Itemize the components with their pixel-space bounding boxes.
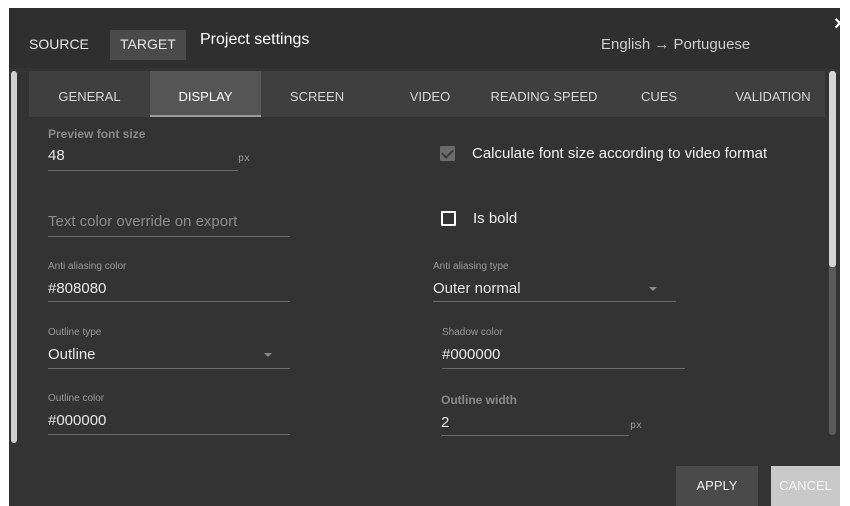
outline-type-underline	[48, 368, 290, 369]
apply-button[interactable]: APPLY	[676, 466, 758, 506]
outline-type-value[interactable]: Outline	[48, 346, 96, 363]
preview-font-size-underline	[48, 170, 238, 171]
is-bold-checkbox[interactable]	[441, 211, 456, 226]
outline-width-field[interactable]: Outline width 2 px	[441, 393, 691, 437]
anti-aliasing-type-underline	[433, 301, 676, 302]
shadow-color-label: Shadow color	[442, 327, 503, 338]
chevron-down-icon[interactable]	[649, 287, 657, 291]
anti-aliasing-type-select[interactable]: Anti aliasing type Outer normal	[433, 261, 683, 303]
calc-font-size-checkbox[interactable]	[440, 146, 455, 161]
anti-aliasing-color-input[interactable]: #808080	[48, 280, 106, 297]
tab-source[interactable]: SOURCE	[19, 30, 99, 60]
tab-screen[interactable]: SCREEN	[261, 71, 373, 117]
outline-width-input[interactable]: 2	[441, 414, 449, 431]
anti-aliasing-color-field[interactable]: Anti aliasing color #808080	[48, 261, 308, 303]
tab-reading-speed[interactable]: READING SPEED	[481, 71, 607, 117]
calc-font-size-row[interactable]: Calculate font size according to video f…	[440, 145, 767, 162]
tab-target[interactable]: TARGET	[110, 30, 186, 60]
cancel-button[interactable]: CANCEL	[771, 466, 840, 506]
outline-color-input[interactable]: #000000	[48, 412, 106, 429]
outline-width-unit: px	[630, 420, 643, 431]
shadow-color-underline	[442, 368, 685, 369]
calc-font-size-label: Calculate font size according to video f…	[472, 145, 768, 162]
scrollbar-thumb[interactable]	[829, 71, 836, 267]
preview-font-size-input[interactable]: 48	[48, 147, 65, 164]
preview-font-size-field[interactable]: Preview font size 48 px	[48, 127, 308, 177]
left-scrollbar[interactable]	[11, 71, 17, 443]
chevron-down-icon[interactable]	[264, 353, 272, 357]
is-bold-row[interactable]: Is bold	[441, 210, 517, 227]
anti-aliasing-color-underline	[48, 301, 290, 302]
settings-tab-bar: GENERAL DISPLAY SCREEN VIDEO READING SPE…	[29, 71, 825, 117]
outline-color-label: Outline color	[48, 393, 105, 404]
outline-width-underline	[441, 435, 629, 436]
dialog-title: Project settings	[200, 31, 310, 48]
tab-cues[interactable]: CUES	[627, 71, 691, 117]
anti-aliasing-type-value[interactable]: Outer normal	[433, 280, 521, 297]
is-bold-label: Is bold	[473, 210, 518, 227]
text-color-override-input[interactable]: Text color override on export	[48, 213, 237, 230]
outline-type-label: Outline type	[48, 327, 102, 338]
outline-color-underline	[48, 434, 290, 435]
close-icon[interactable]: ×	[834, 14, 846, 34]
tab-display[interactable]: DISPLAY	[150, 71, 261, 117]
text-color-override-underline	[48, 236, 290, 237]
dialog-header: SOURCE TARGET Project settings English →…	[9, 8, 840, 68]
preview-font-size-label: Preview font size	[48, 127, 146, 141]
language-pair: English → Portuguese	[601, 36, 751, 53]
tab-video[interactable]: VIDEO	[394, 71, 466, 117]
text-color-override-field[interactable]: Text color override on export	[48, 213, 308, 243]
outline-color-field[interactable]: Outline color #000000	[48, 393, 308, 435]
project-settings-dialog: SOURCE TARGET Project settings English →…	[9, 8, 840, 506]
tab-validation[interactable]: VALIDATION	[721, 71, 825, 117]
shadow-color-field[interactable]: Shadow color #000000	[442, 327, 692, 369]
tab-general[interactable]: GENERAL	[29, 71, 150, 117]
outline-type-select[interactable]: Outline type Outline	[48, 327, 308, 369]
outline-width-label: Outline width	[441, 393, 517, 407]
shadow-color-input[interactable]: #000000	[442, 346, 500, 363]
anti-aliasing-color-label: Anti aliasing color	[48, 261, 127, 272]
anti-aliasing-type-label: Anti aliasing type	[433, 261, 509, 272]
preview-font-size-unit: px	[238, 153, 251, 164]
